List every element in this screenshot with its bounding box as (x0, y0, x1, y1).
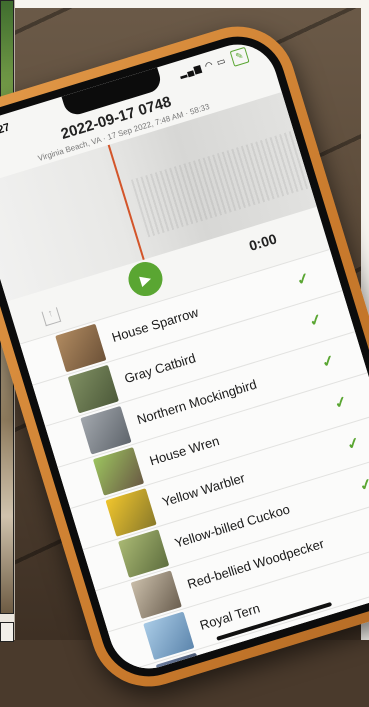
edit-icon[interactable]: ✎ (229, 46, 250, 67)
play-button[interactable]: ▶ (124, 257, 167, 301)
check-icon[interactable]: ✓ (332, 392, 349, 413)
photo-border-top (14, 0, 361, 8)
species-name: Gray Catbird (122, 350, 198, 387)
adjacent-photo-3 (0, 622, 14, 642)
play-icon: ▶ (137, 269, 153, 289)
check-icon[interactable]: ✓ (307, 310, 324, 331)
species-name: Fish Crow (210, 642, 271, 674)
share-icon[interactable]: ↑ (41, 307, 62, 327)
species-list: House Sparrow ✓ Gray Catbird ✓ Northern … (19, 248, 369, 679)
elapsed-time: 0:00 (247, 230, 279, 254)
check-icon[interactable]: ✓ (357, 474, 369, 495)
check-icon[interactable]: ✓ (320, 351, 337, 372)
species-name: House Wren (147, 432, 221, 469)
check-icon[interactable]: ✓ (345, 433, 362, 454)
check-icon[interactable]: ✓ (294, 269, 312, 289)
status-icons: ▂▄▆ ◠ ▭ (178, 55, 228, 79)
spectrogram-noise (130, 130, 311, 238)
status-time: 11:27 (0, 121, 12, 141)
